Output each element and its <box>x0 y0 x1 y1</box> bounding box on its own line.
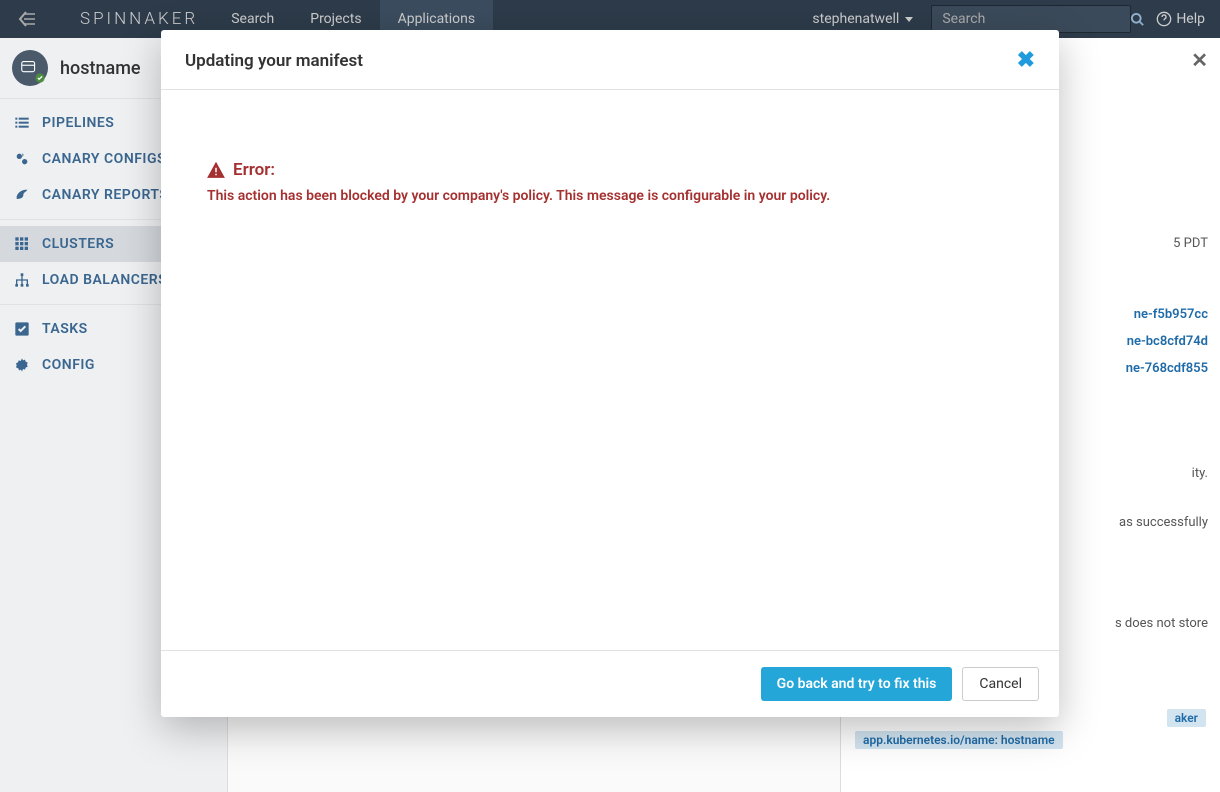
modal-dialog: Updating your manifest ✖ Error: This act… <box>161 30 1059 717</box>
error-label: Error: <box>233 160 275 180</box>
modal-close-icon[interactable]: ✖ <box>1017 48 1035 73</box>
modal-title: Updating your manifest <box>185 51 1017 71</box>
go-back-button[interactable]: Go back and try to fix this <box>761 667 953 701</box>
modal-overlay: Updating your manifest ✖ Error: This act… <box>0 0 1220 792</box>
modal-footer: Go back and try to fix this Cancel <box>161 650 1059 717</box>
cancel-button[interactable]: Cancel <box>962 667 1039 701</box>
error-message: This action has been blocked by your com… <box>207 188 1013 204</box>
modal-header: Updating your manifest ✖ <box>161 30 1059 90</box>
error-heading: Error: <box>207 160 1013 180</box>
warning-icon <box>207 161 225 179</box>
modal-body: Error: This action has been blocked by y… <box>161 90 1059 650</box>
